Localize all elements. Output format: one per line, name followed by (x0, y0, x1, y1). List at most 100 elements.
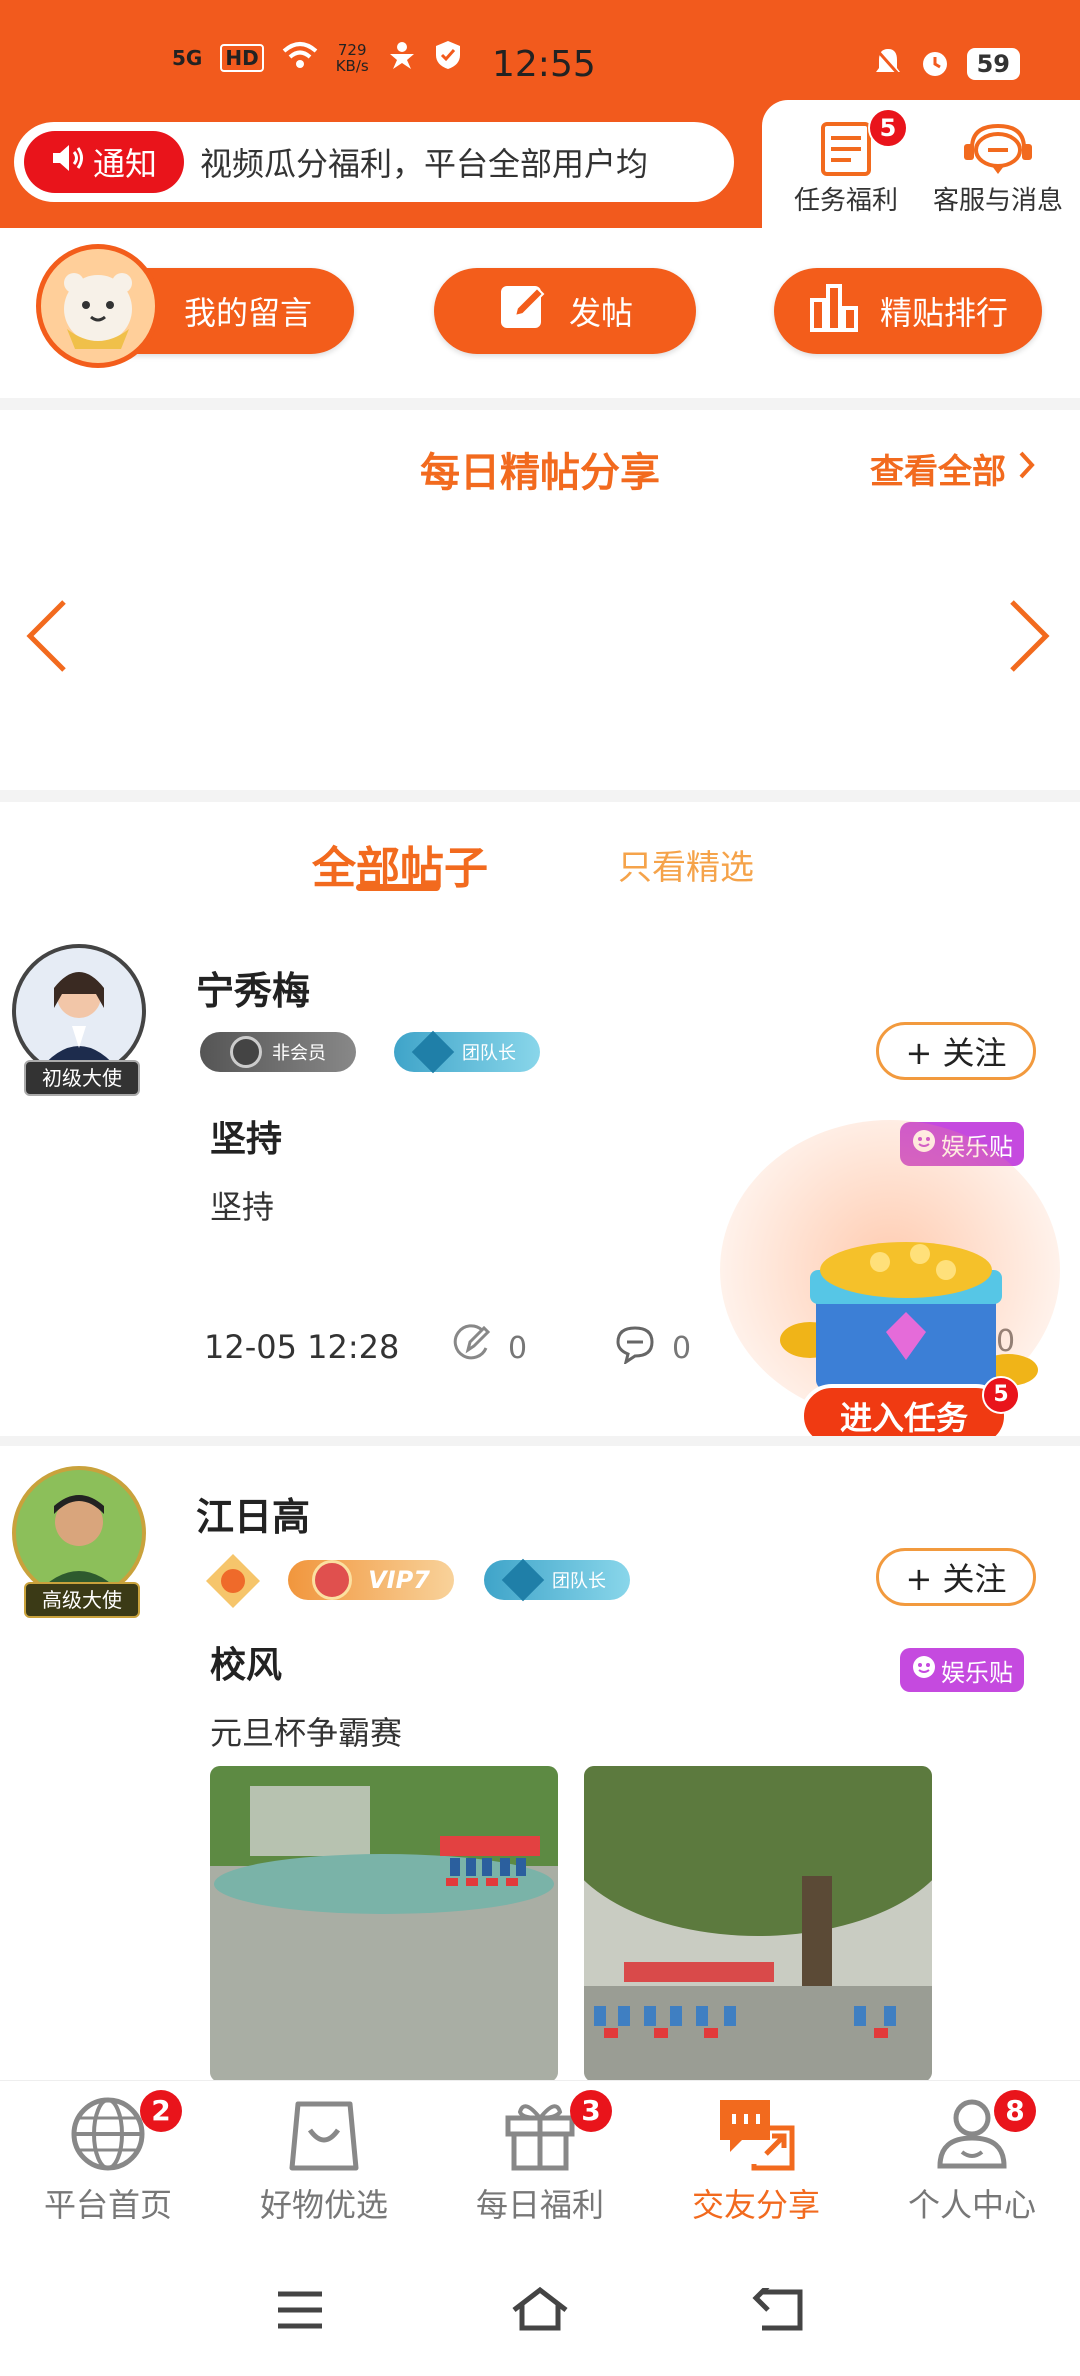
back-icon[interactable] (752, 2284, 804, 2336)
nav-label: 好物优选 (259, 2186, 388, 2224)
divider (0, 790, 1080, 802)
vip-tag: VIP7 (288, 1560, 454, 1600)
task-badge: 5 (868, 108, 908, 148)
speed-indicator: 729 KB/s (336, 42, 369, 74)
task-widget-badge: 5 (982, 1376, 1020, 1414)
chevron-right-icon (1006, 600, 1052, 678)
gift-icon (432, 2094, 648, 2174)
shield-icon (435, 40, 461, 75)
post-photo[interactable] (584, 1766, 932, 2082)
carousel-prev-arrow[interactable] (24, 598, 70, 678)
diamond-rank-icon (204, 1552, 262, 1610)
vip-tag-label: VIP7 (368, 1566, 430, 1594)
task-welfare-label: 任务福利 (793, 186, 898, 216)
member-circle-icon (230, 1036, 262, 1068)
mute-bell-icon (873, 46, 903, 82)
nav-label: 交友分享 (691, 2186, 820, 2224)
avatar (12, 944, 146, 1078)
post-username[interactable]: 宁秀梅 (196, 960, 310, 1015)
category-tag: 娱乐贴 (900, 1648, 1024, 1692)
speed-value: 729 (337, 40, 367, 59)
menu-icon[interactable] (276, 2290, 324, 2334)
post-body: 元旦杯争霸赛 (210, 1714, 403, 1752)
member-tag-label: 非会员 (272, 1043, 326, 1064)
nav-label: 个人中心 (907, 2186, 1036, 2224)
status-icons-right: 59 (873, 46, 1020, 82)
nav-item-social-share[interactable]: 交友分享 (648, 2094, 864, 2226)
tab-featured-only[interactable]: 只看精选 (618, 840, 754, 889)
team-leader-tag: 团队长 (394, 1030, 540, 1074)
view-all-link[interactable]: 查看全部 (870, 444, 1036, 493)
view-all-label: 查看全部 (870, 452, 1006, 492)
home-icon[interactable] (510, 2286, 570, 2336)
like-value: 0 (508, 1330, 528, 1366)
person-status-icon (387, 40, 417, 75)
member-tag: 非会员 (200, 1032, 356, 1072)
status-time: 12:55 (492, 44, 596, 85)
smile-cup-icon (911, 1654, 937, 1686)
team-tag-label: 团队长 (462, 1043, 516, 1064)
headset-chat-icon (928, 118, 1068, 178)
edit-icon (497, 280, 551, 342)
tab-active-indicator (356, 884, 440, 891)
post-body: 坚持 (210, 1188, 275, 1226)
like-count[interactable]: 0 (452, 1324, 527, 1372)
ranking-button[interactable]: 精贴排行 (774, 268, 1042, 354)
status-icons-left: 5G HD 729 KB/s (172, 40, 461, 75)
post-title[interactable]: 校风 (210, 1636, 282, 1688)
nav-badge: 2 (140, 2090, 182, 2132)
notice-marquee[interactable]: 通知 视频瓜分福利，平台全部用户均 (14, 122, 734, 202)
carousel-next-arrow[interactable] (1006, 598, 1052, 678)
follow-button[interactable]: + 关注 (876, 1022, 1036, 1080)
post-label: 发帖 (568, 294, 633, 332)
chevron-left-icon (24, 600, 70, 678)
post-photo[interactable] (210, 1766, 558, 2082)
comment-value: 0 (672, 1330, 692, 1366)
post-time: 12-05 12:28 (204, 1328, 400, 1366)
globe-icon (0, 2094, 216, 2174)
team-leader-tag: 团队长 (484, 1558, 630, 1602)
rank-label: 初级大使 (24, 1060, 140, 1096)
edit-outline-icon (452, 1324, 492, 1372)
avatar (12, 1466, 146, 1600)
notice-label: 通知 (92, 145, 157, 183)
vip-badge-icon (312, 1560, 353, 1600)
comment-icon (614, 1324, 656, 1372)
post-button[interactable]: 发帖 (434, 268, 696, 354)
rank-label: 高级大使 (24, 1582, 140, 1618)
nav-badge: 3 (570, 2090, 612, 2132)
team-badge-icon (411, 1030, 455, 1074)
alarm-icon (919, 46, 951, 82)
team-badge-icon (501, 1558, 545, 1602)
team-tag-label: 团队长 (552, 1571, 606, 1592)
nav-item-profile[interactable]: 个人中心 8 (864, 2090, 1080, 2226)
person-icon (864, 2094, 1080, 2174)
post-avatar-2[interactable]: 高级大使 (12, 1466, 148, 1626)
chevron-right-icon (1018, 449, 1036, 489)
cat-mascot-icon (36, 244, 160, 368)
speaker-icon (51, 143, 85, 181)
nav-item-home[interactable]: 平台首页 2 (0, 2090, 216, 2226)
task-welfare-button[interactable]: 任务福利 5 (776, 108, 916, 217)
wifi-icon (282, 41, 318, 74)
battery-indicator: 59 (966, 48, 1020, 80)
nav-item-shop[interactable]: 好物优选 (216, 2094, 432, 2226)
shopping-bag-icon (216, 2094, 432, 2174)
post-title[interactable]: 坚持 (210, 1110, 282, 1162)
category-label: 娱乐贴 (941, 1658, 1013, 1687)
service-message-label: 客服与消息 (932, 186, 1063, 216)
nav-label: 每日福利 (475, 2186, 604, 2224)
post-username[interactable]: 江日高 (196, 1486, 310, 1541)
divider (0, 1436, 1080, 1446)
divider (0, 398, 1080, 410)
nav-item-daily-welfare[interactable]: 每日福利 3 (432, 2090, 648, 2226)
network-indicator: 5G (172, 45, 203, 70)
post-avatar-1[interactable]: 初级大使 (12, 944, 148, 1104)
follow-button[interactable]: + 关注 (876, 1548, 1036, 1606)
ranking-label: 精贴排行 (879, 294, 1008, 332)
nav-badge: 8 (994, 2090, 1036, 2132)
comment-count[interactable]: 0 (614, 1324, 691, 1372)
service-message-button[interactable]: 客服与消息 (928, 118, 1068, 217)
hd-indicator: HD (220, 43, 264, 72)
chat-share-icon (648, 2094, 864, 2174)
